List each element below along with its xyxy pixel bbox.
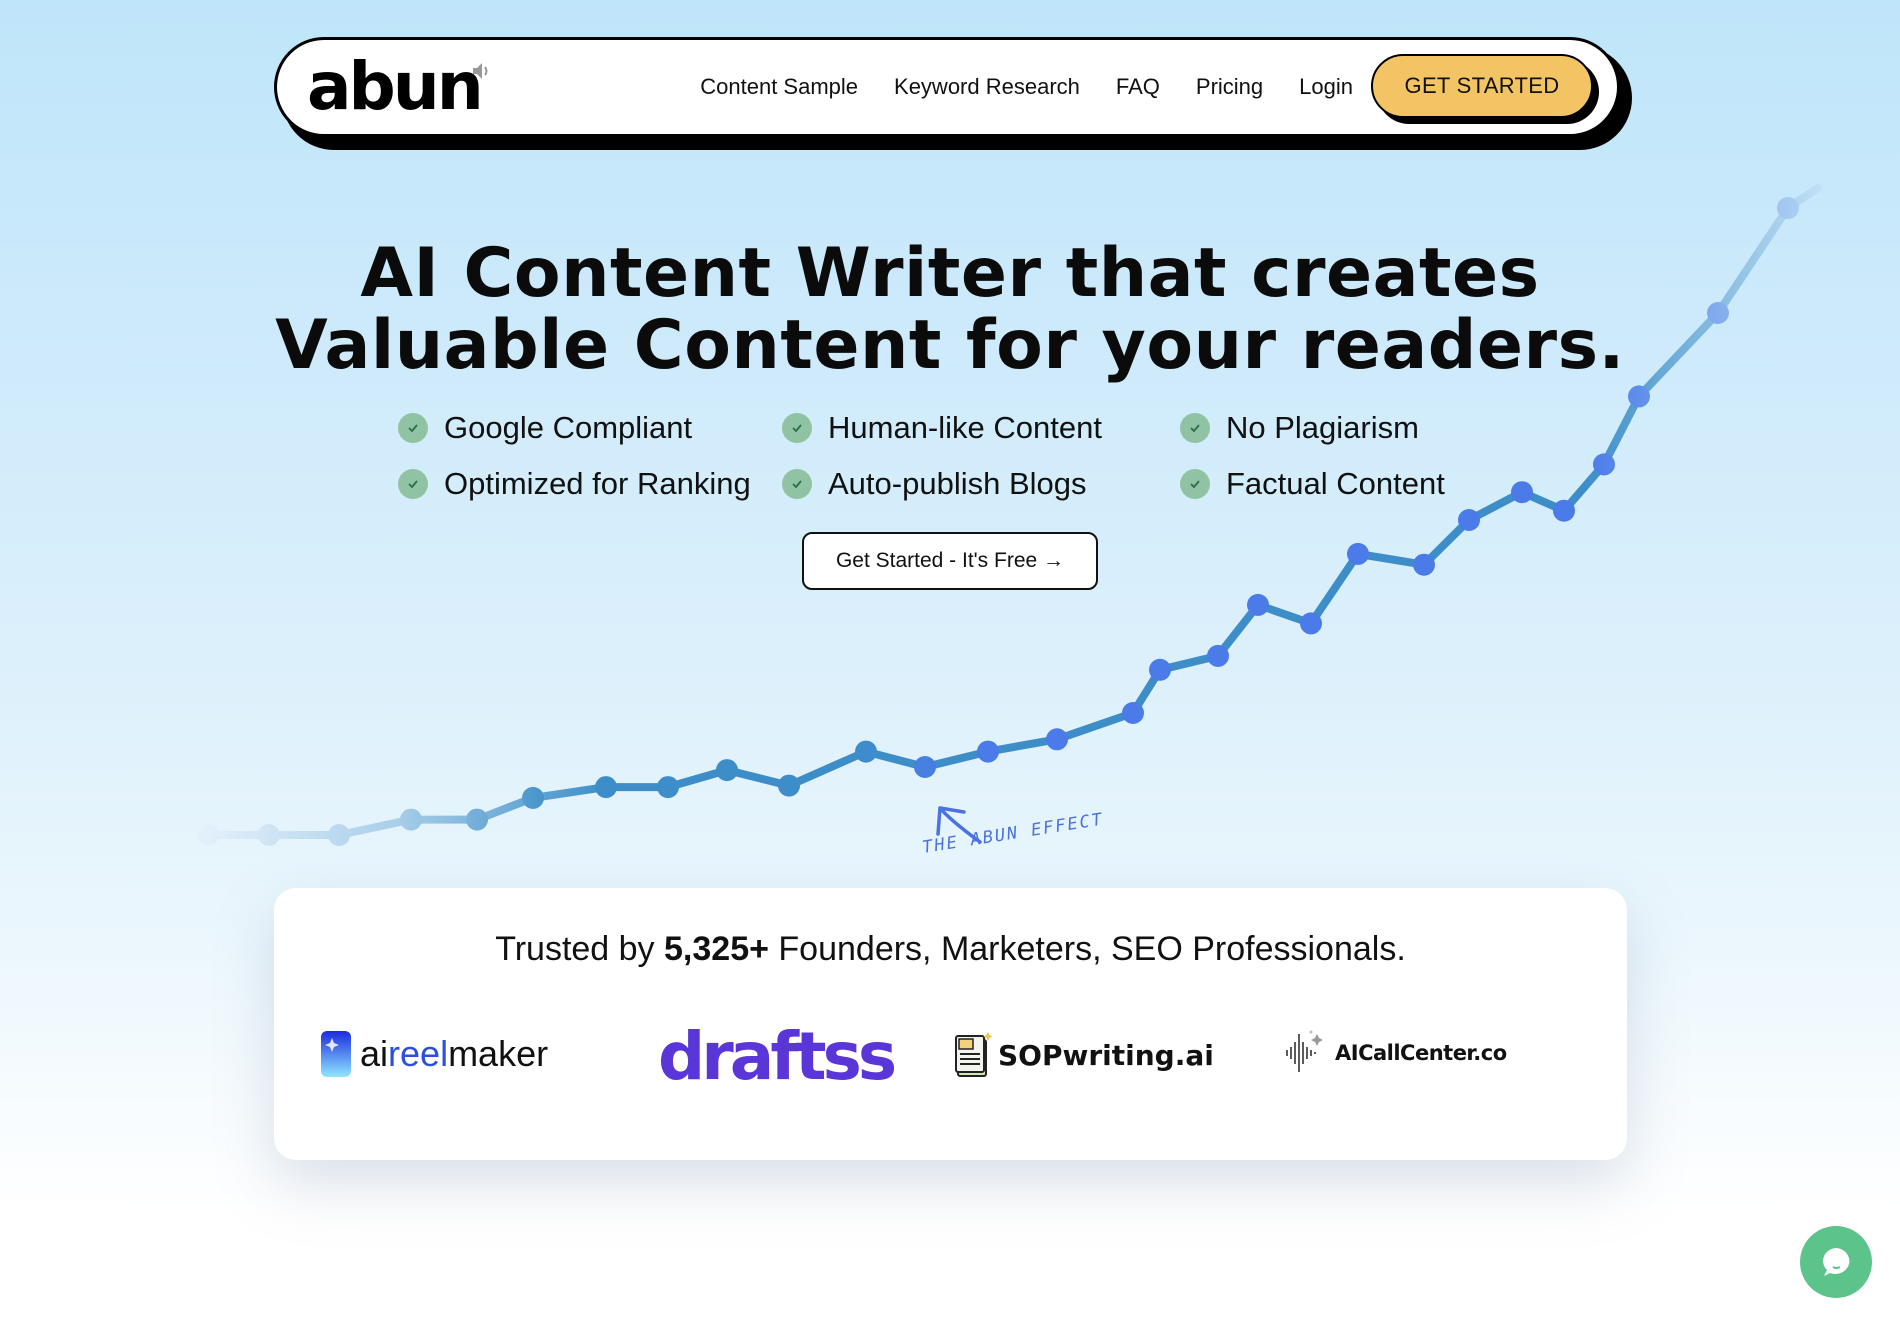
feature-text: Human-like Content — [828, 410, 1102, 445]
chart-point — [522, 786, 544, 809]
check-icon — [1180, 413, 1210, 443]
check-icon — [782, 469, 812, 499]
trusted-text: Trusted by 5,325+ Founders, Marketers, S… — [274, 930, 1627, 969]
nav-link-pricing[interactable]: Pricing — [1196, 74, 1263, 100]
feature-text: Auto-publish Blogs — [828, 466, 1087, 501]
chart-point — [197, 824, 219, 846]
check-icon — [782, 413, 812, 443]
nav-links: Content Sample Keyword Research FAQ Pric… — [700, 40, 1353, 134]
abun-logo[interactable]: abun — [307, 54, 484, 120]
get-started-nav-wrapper: GET STARTED — [1371, 54, 1599, 124]
logo-aicallcenter: AICallCenter.co — [1279, 1028, 1507, 1078]
chart-point — [778, 774, 800, 797]
nav-link-faq[interactable]: FAQ — [1116, 74, 1160, 100]
chart-point — [1300, 612, 1322, 635]
chart-point — [1122, 702, 1144, 724]
aireelmaker-wordmark: aireelmaker — [360, 1033, 549, 1074]
logo-sopwriting: SOPwriting.ai — [954, 1030, 1214, 1080]
chart-point — [1777, 197, 1799, 219]
chart-point — [1553, 499, 1575, 522]
chart-point — [1149, 658, 1171, 681]
nav-link-login[interactable]: Login — [1299, 74, 1353, 100]
trusted-prefix: Trusted by — [495, 930, 665, 968]
chart-point — [716, 759, 738, 782]
nav-link-content-sample[interactable]: Content Sample — [700, 74, 858, 100]
feature-item: Google Compliant — [398, 410, 692, 446]
chart-point — [328, 824, 350, 846]
nav-link-keyword-research[interactable]: Keyword Research — [894, 74, 1080, 100]
chart-point — [1511, 481, 1533, 504]
abun-effect-label: THE ABUN EFFECT — [920, 809, 1106, 858]
headline-line-2: Valuable Content for your readers. — [275, 306, 1625, 385]
aicallcenter-wordmark: AICallCenter.co — [1335, 1041, 1507, 1065]
aireelmaker-icon — [321, 1031, 351, 1077]
check-icon — [1180, 469, 1210, 499]
trusted-suffix: Founders, Marketers, SEO Professionals. — [768, 930, 1406, 968]
sopwriting-icon — [955, 1032, 993, 1077]
top-nav: abun Content Sample Keyword Research FAQ… — [274, 37, 1620, 137]
feature-item: Human-like Content — [782, 410, 1102, 446]
feature-text: Optimized for Ranking — [444, 466, 751, 501]
aicallcenter-icon — [1286, 1030, 1323, 1072]
chat-button[interactable] — [1800, 1226, 1872, 1298]
chat-icon — [1823, 1248, 1850, 1276]
chart-point — [595, 776, 617, 799]
get-started-button[interactable]: GET STARTED — [1371, 54, 1593, 118]
feature-item: No Plagiarism — [1180, 410, 1419, 446]
chart-point — [1207, 644, 1229, 667]
speaker-icon — [473, 63, 488, 79]
chart-point — [258, 824, 280, 846]
chart-point — [1593, 453, 1615, 476]
check-icon — [398, 469, 428, 499]
chart-point — [1046, 728, 1068, 751]
feature-item: Auto-publish Blogs — [782, 466, 1087, 502]
feature-item: Optimized for Ranking — [398, 466, 751, 502]
feature-item: Factual Content — [1180, 466, 1445, 502]
hero-headline: AI Content Writer that creates Valuable … — [0, 238, 1900, 382]
check-icon — [398, 413, 428, 443]
chart-point — [657, 776, 679, 799]
chart-point — [1413, 553, 1435, 576]
sopwriting-wordmark: SOPwriting.ai — [998, 1038, 1214, 1072]
chart-point — [914, 756, 936, 778]
chart-point — [977, 740, 999, 763]
draftss-wordmark: draftss — [658, 1018, 897, 1095]
chart-point — [1628, 385, 1650, 408]
get-started-free-button[interactable]: Get Started - It's Free → — [802, 532, 1098, 590]
chart-point — [1347, 542, 1369, 565]
chart-point — [1458, 509, 1480, 531]
trusted-count: 5,325+ — [664, 930, 769, 968]
chart-point — [1247, 593, 1269, 616]
chart-point — [466, 808, 488, 831]
trusted-card: Trusted by 5,325+ Founders, Marketers, S… — [274, 888, 1627, 1160]
feature-text: No Plagiarism — [1226, 410, 1419, 445]
chart-point — [400, 808, 422, 831]
logo-draftss: draftss — [658, 1018, 897, 1095]
feature-text: Google Compliant — [444, 410, 693, 445]
feature-text: Factual Content — [1226, 466, 1445, 501]
headline-line-1: AI Content Writer that creates — [360, 234, 1540, 313]
chart-point — [855, 740, 877, 763]
logo-aireelmaker: aireelmaker — [320, 1030, 548, 1078]
